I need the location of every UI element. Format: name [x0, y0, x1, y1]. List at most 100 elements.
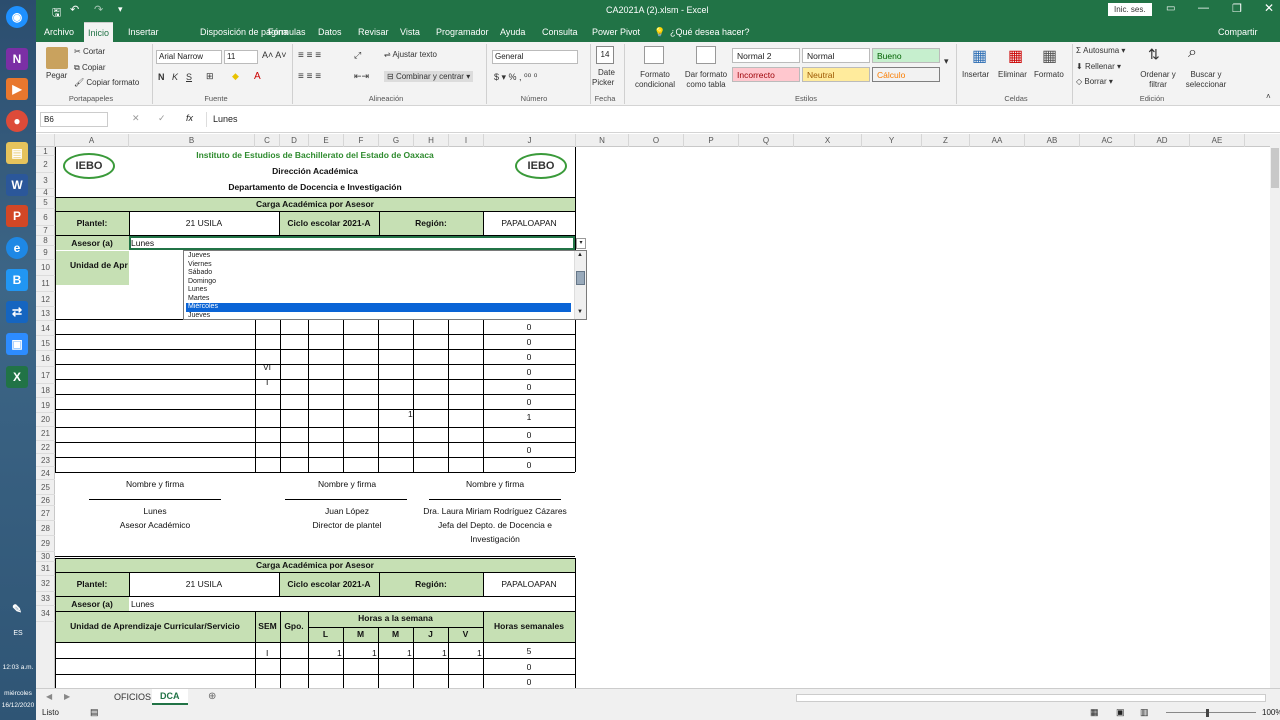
- media-player-icon[interactable]: ▶: [6, 78, 28, 100]
- styles-more-icon[interactable]: ▾: [944, 56, 949, 67]
- dropdown-option-selected[interactable]: Miércoles: [186, 303, 571, 312]
- col-header-Z[interactable]: Z: [922, 134, 970, 147]
- onenote-icon[interactable]: N: [6, 48, 28, 70]
- name-box[interactable]: B6: [40, 112, 108, 127]
- row-header[interactable]: 30: [36, 552, 55, 562]
- language-indicator[interactable]: ES: [0, 630, 36, 637]
- col-header-N[interactable]: N: [576, 134, 629, 147]
- zoom-slider-thumb[interactable]: [1206, 709, 1209, 717]
- format-painter-button[interactable]: 🖌 Copiar formato: [74, 78, 139, 87]
- collapse-ribbon-icon[interactable]: ˄: [1266, 92, 1271, 101]
- style-normal[interactable]: Normal: [802, 48, 870, 63]
- row-header[interactable]: 28: [36, 521, 55, 536]
- cell-G32[interactable]: 1: [407, 648, 412, 658]
- col-header-J[interactable]: J: [484, 134, 576, 147]
- tab-revisar[interactable]: Revisar: [354, 22, 393, 42]
- conditional-format-button[interactable]: Formato condicional: [632, 70, 678, 90]
- row-header[interactable]: 21: [36, 427, 55, 441]
- tab-vista[interactable]: Vista: [396, 22, 424, 42]
- dropdown-scrollbar[interactable]: ▲ ▼: [574, 251, 586, 319]
- prev-sheet-icon[interactable]: ◀: [46, 692, 52, 701]
- minimize-icon[interactable]: —: [1198, 2, 1209, 14]
- autosum-button[interactable]: Σ Autosuma ▾: [1076, 46, 1125, 55]
- next-sheet-icon[interactable]: ▶: [64, 692, 70, 701]
- cell-J32[interactable]: 5: [483, 646, 575, 656]
- tab-insertar[interactable]: Insertar: [124, 22, 163, 42]
- row-header[interactable]: 12: [36, 292, 55, 307]
- maximize-icon[interactable]: ❐: [1232, 2, 1242, 15]
- col-header-A[interactable]: A: [55, 134, 129, 147]
- folder-icon[interactable]: ▤: [6, 142, 28, 164]
- fill-button[interactable]: ⬇ Rellenar ▾: [1076, 62, 1121, 71]
- col-header-B[interactable]: B: [129, 134, 255, 147]
- dropdown-option[interactable]: Lunes: [186, 286, 571, 295]
- cell-J15[interactable]: 0: [483, 382, 575, 392]
- col-header-AE[interactable]: AE: [1190, 134, 1245, 147]
- col-header-AD[interactable]: AD: [1135, 134, 1190, 147]
- ribbon-display-icon[interactable]: ▭: [1166, 3, 1175, 14]
- merge-center-button[interactable]: ⊟ Combinar y centrar ▾: [384, 71, 474, 82]
- dropdown-option[interactable]: Jueves: [186, 252, 571, 261]
- orientation-icon[interactable]: ⤢: [354, 50, 361, 61]
- dropdown-option[interactable]: Domingo: [186, 278, 571, 287]
- cell-I32[interactable]: 1: [477, 648, 482, 658]
- col-header-P[interactable]: P: [684, 134, 739, 147]
- col-header-C[interactable]: C: [255, 134, 280, 147]
- function-icon[interactable]: fx: [186, 113, 193, 123]
- tab-inicio[interactable]: Inicio: [84, 22, 114, 42]
- cell-J17[interactable]: 1: [483, 412, 575, 422]
- clear-button[interactable]: ◇ Borrar ▾: [1076, 77, 1113, 86]
- row-header[interactable]: 22: [36, 441, 55, 454]
- dropdown-option[interactable]: Martes: [186, 295, 571, 304]
- region-value[interactable]: PAPALOAPAN: [483, 218, 575, 228]
- data-validation-dropdown[interactable]: Jueves Viernes Sábado Domingo Lunes Mart…: [183, 250, 587, 320]
- start-button-icon[interactable]: ◉: [6, 6, 28, 28]
- tell-me-search[interactable]: ¿Qué desea hacer?: [666, 22, 754, 42]
- row-header[interactable]: 31: [36, 562, 55, 576]
- tab-datos[interactable]: Datos: [314, 22, 346, 42]
- tab-archivo[interactable]: Archivo: [40, 22, 78, 42]
- col-header-H[interactable]: H: [414, 134, 449, 147]
- insert-cells-icon[interactable]: ▦: [972, 46, 987, 66]
- italic-icon[interactable]: K: [172, 72, 178, 82]
- date-picker-button[interactable]: Date: [598, 68, 615, 77]
- tab-consulta[interactable]: Consulta: [538, 22, 582, 42]
- asesor2-value[interactable]: Lunes: [131, 599, 154, 609]
- cell-J34[interactable]: 0: [483, 677, 575, 687]
- cell-J33[interactable]: 0: [483, 662, 575, 672]
- number-format-select[interactable]: General: [492, 50, 578, 64]
- font-name-select[interactable]: Arial Narrow: [156, 50, 222, 64]
- cell-J14[interactable]: 0: [483, 367, 575, 377]
- row-header[interactable]: 4: [36, 189, 55, 197]
- indent-icon[interactable]: ⇤⇥: [354, 71, 369, 82]
- format-as-table-icon[interactable]: [696, 46, 716, 64]
- scroll-down-icon[interactable]: ▼: [577, 309, 583, 315]
- row-header[interactable]: 1: [36, 147, 55, 156]
- word-icon[interactable]: W: [6, 174, 28, 196]
- cell-C32[interactable]: I: [266, 648, 268, 658]
- customize-toolbar-icon[interactable]: ▾: [118, 4, 123, 15]
- conditional-format-icon[interactable]: [644, 46, 664, 64]
- align-left-icon[interactable]: ≡ ≡ ≡: [298, 71, 321, 82]
- col-header-Y[interactable]: Y: [862, 134, 922, 147]
- zoom-level[interactable]: 100%: [1262, 708, 1280, 717]
- tab-power-pivot[interactable]: Power Pivot: [588, 22, 644, 42]
- row-header[interactable]: 13: [36, 307, 55, 321]
- row-header[interactable]: 27: [36, 506, 55, 521]
- sort-filter-icon[interactable]: ⇅: [1148, 46, 1160, 63]
- dropdown-option[interactable]: Jueves: [186, 312, 571, 321]
- row-header[interactable]: 23: [36, 454, 55, 467]
- row-header[interactable]: 26: [36, 495, 55, 506]
- internet-explorer-icon[interactable]: e: [6, 237, 28, 259]
- col-header-O[interactable]: O: [629, 134, 684, 147]
- redo-icon[interactable]: ↷: [94, 3, 103, 16]
- row-header[interactable]: 17: [36, 367, 55, 384]
- zoom-slider[interactable]: [1166, 712, 1256, 713]
- tab-programador[interactable]: Programador: [432, 22, 493, 42]
- cell-J18[interactable]: 0: [483, 430, 575, 440]
- row-header[interactable]: 18: [36, 384, 55, 398]
- row-header[interactable]: 11: [36, 276, 55, 292]
- row-header[interactable]: 20: [36, 413, 55, 427]
- bold-icon[interactable]: N: [158, 72, 165, 82]
- delete-cells-icon[interactable]: ▦: [1008, 46, 1023, 66]
